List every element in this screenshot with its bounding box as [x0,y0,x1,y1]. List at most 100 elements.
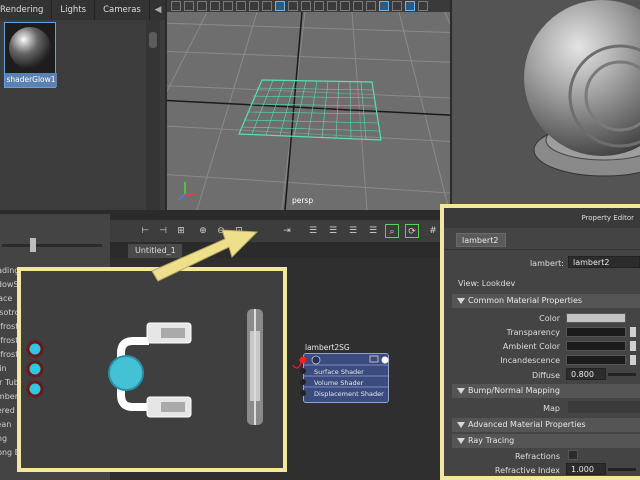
scrollbar-thumb[interactable] [149,32,157,48]
grid-snap-icon[interactable]: # [426,224,440,238]
gate-mask-icon[interactable] [249,1,259,11]
camera-label: persp [292,196,314,205]
incandescence-label: Incandescence [500,356,560,365]
graph-output-icon[interactable]: ⊞ [174,224,188,238]
map-field[interactable] [568,401,640,413]
shader-sphere-thumbnail [9,27,51,69]
ambient-swatch[interactable] [566,341,626,351]
motion-blur-icon[interactable] [353,1,363,11]
remove-node-icon[interactable]: ⊖ [214,224,228,238]
material-browser-tabs: Rendering Lights Cameras ◀ [0,0,165,20]
input-port-icon[interactable] [300,379,306,385]
property-editor: Property Editor lambert2 lambert: lamber… [440,204,640,480]
map-label: Map [543,404,560,413]
section-ray-tracing[interactable]: Ray Tracing [452,434,640,448]
viewport-scene [167,12,450,210]
divider [444,249,640,250]
material-browser-scrollbar[interactable] [146,20,160,210]
section-bump-mapping[interactable]: Bump/Normal Mapping [452,384,640,398]
color-label: Color [539,314,560,323]
port-dots-icon [26,340,44,398]
node-ports-overlay [292,355,389,396]
resolution-gate-icon[interactable] [236,1,246,11]
toggle-ports-icon [247,309,263,425]
anti-alias-icon[interactable] [366,1,376,11]
connected-mode-icon[interactable]: ☰ [326,224,340,238]
ambient-slider[interactable] [630,341,636,351]
film-gate-icon[interactable] [223,1,233,11]
tab-lights[interactable]: Lights [52,0,96,20]
zoomed-toolbar-icons [26,309,263,425]
property-editor-title: Property Editor [581,214,634,222]
wireframe-icon[interactable] [275,1,285,11]
graph-input-icon[interactable]: ⊢ [138,224,152,238]
node-editor-toolbar: ⊢ ⊣ ⊞ ⊕ ⊖ ⊡ ⇥ ☰ ☰ ☰ ☰ ⌕ ⟳ # [110,220,440,242]
zoom-slider-knob[interactable] [30,238,36,252]
tab-lambert2[interactable]: lambert2 [456,233,506,247]
refractive-index-slider-track[interactable] [608,468,636,471]
full-mode-icon[interactable]: ☰ [346,224,360,238]
xray-joints-icon[interactable] [405,1,415,11]
refractions-checkbox[interactable] [568,450,578,460]
grid-axis-x [167,99,450,116]
name-label: lambert: [529,259,564,268]
input-port-connected-icon[interactable] [299,356,307,364]
incandescence-slider[interactable] [630,355,636,365]
incandescence-swatch[interactable] [566,355,626,365]
input-port-icon[interactable] [300,368,306,374]
refractions-label: Refractions [514,452,560,461]
node-mode-icon[interactable] [369,355,379,363]
clear-graph-icon[interactable]: ⊡ [232,224,246,238]
simple-mode-icon[interactable]: ☰ [306,224,320,238]
tab-untitled[interactable]: Untitled_1 [128,244,182,258]
section-common-material[interactable]: Common Material Properties [452,294,640,308]
lights-icon[interactable] [314,1,324,11]
field-chart-icon[interactable] [262,1,272,11]
diffuse-label: Diffuse [531,371,560,380]
shader-swatch[interactable]: shaderGlow1 [4,22,57,88]
smooth-shade-icon[interactable] [288,1,298,11]
textured-icon[interactable] [301,1,311,11]
persp-viewport[interactable]: persp [167,0,450,210]
lookdev-preview [452,0,640,205]
search-icon[interactable]: ⌕ [385,224,399,238]
ground-grid [167,12,450,210]
name-field[interactable]: lambert2 [568,256,640,268]
camera-icon[interactable] [171,1,181,11]
output-port-icon[interactable] [381,356,389,364]
ambient-label: Ambient Color [502,342,560,351]
tab-rendering[interactable]: Rendering [0,0,53,20]
custom-mode-icon[interactable]: ☰ [366,224,380,238]
viewport-toolbar [167,0,450,12]
shadows-icon[interactable] [327,1,337,11]
diffuse-slider-track[interactable] [608,373,636,376]
transparency-slider[interactable] [630,327,636,337]
grid-toggle-icon[interactable] [210,1,220,11]
tab-overflow-icon[interactable]: ◀ [151,0,165,20]
refractive-index-label: Refractive Index [494,466,560,475]
shader-swatch-label: shaderGlow1 [5,73,57,87]
bookmark-icon[interactable] [184,1,194,11]
xray-icon[interactable] [379,1,389,11]
axis-gizmo-icon [178,182,197,201]
graph-io-icon[interactable]: ⊣ [156,224,170,238]
image-plane-icon[interactable] [197,1,207,11]
color-swatch[interactable] [566,313,626,323]
diffuse-field[interactable]: 0.800 [566,368,606,380]
add-node-icon[interactable]: ⊕ [196,224,210,238]
ambient-occlusion-icon[interactable] [340,1,350,11]
view-label: View: Lookdev [458,279,516,288]
input-port-icon[interactable] [300,390,306,396]
section-advanced-material[interactable]: Advanced Material Properties [452,418,640,432]
transparency-swatch[interactable] [566,327,626,337]
isolate-select-icon[interactable] [392,1,402,11]
sync-icon[interactable]: ⟳ [405,224,419,238]
hud-icon[interactable] [418,1,428,11]
tab-cameras[interactable]: Cameras [95,0,150,20]
property-editor-header: Property Editor [444,208,640,228]
transparency-label: Transparency [506,328,560,337]
refractive-index-field[interactable]: 1.000 [566,463,606,475]
toggle-ports-icon[interactable]: ⇥ [280,224,294,238]
zoom-slider-track[interactable] [2,244,102,247]
graph-io-icon [108,322,192,418]
